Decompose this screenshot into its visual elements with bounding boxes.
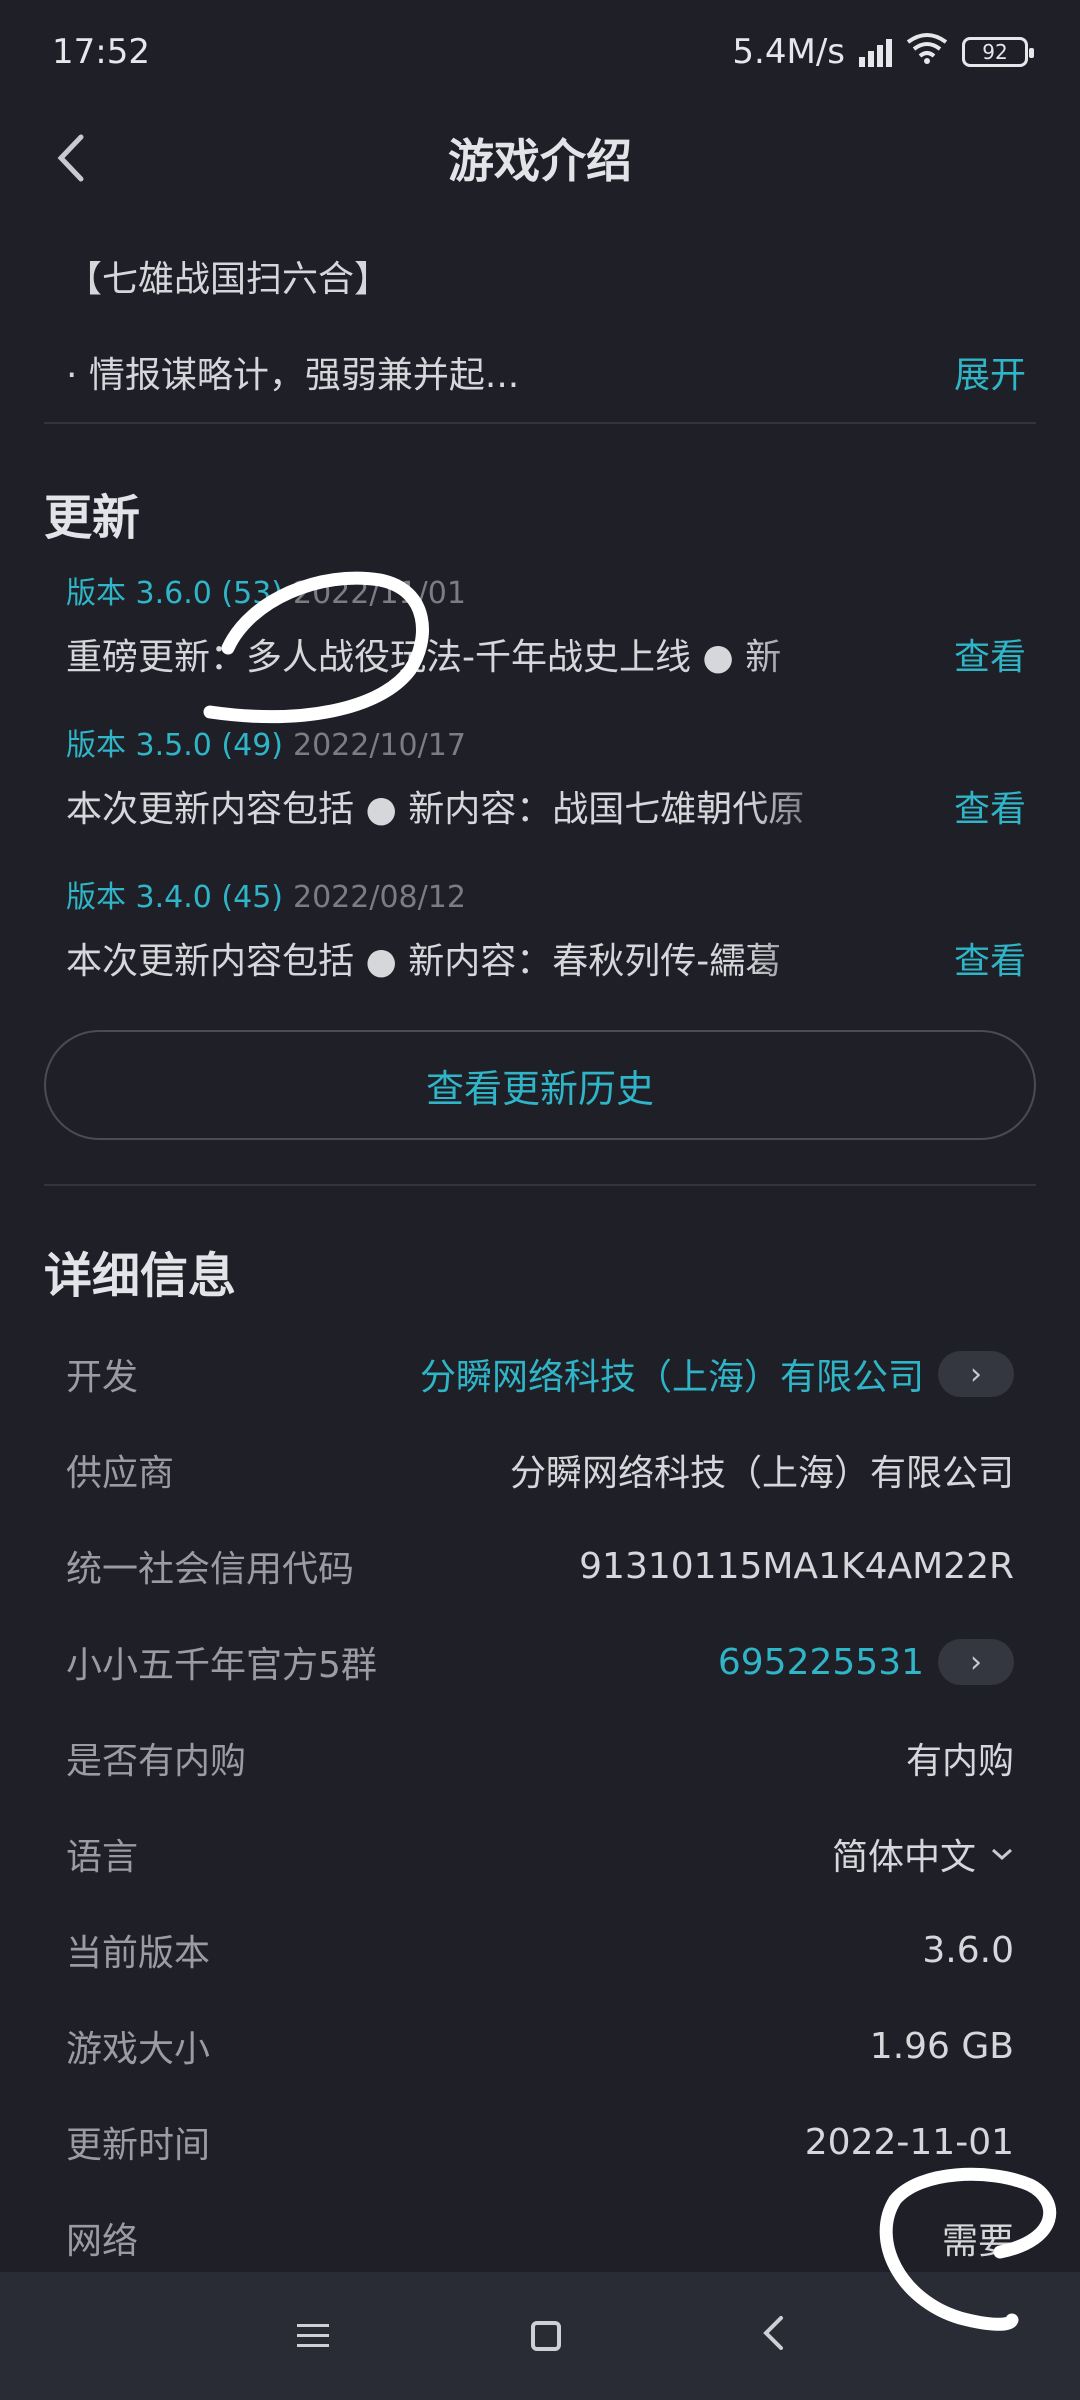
info-value: 91310115MA1K4AM22R <box>579 1545 1014 1587</box>
signal-icon <box>859 37 892 67</box>
info-row-vendor: 供应商 分瞬网络科技（上海）有限公司 <box>66 1440 1014 1500</box>
divider <box>44 1184 1036 1186</box>
info-row-developer[interactable]: 开发 分瞬网络科技（上海）有限公司 › <box>66 1344 1014 1404</box>
intro-summary: · 情报谋略计，强弱兼并起... <box>66 355 520 396</box>
details-title: 详细信息 <box>44 1248 237 1304</box>
developer-link[interactable]: 分瞬网络科技（上海）有限公司 <box>420 1348 924 1400</box>
info-row-in-app-purchase: 是否有内购 有内购 <box>66 1728 1014 1788</box>
menu-icon[interactable] <box>295 2312 331 2361</box>
chevron-right-icon[interactable]: › <box>938 1351 1014 1397</box>
wifi-icon <box>906 32 948 73</box>
status-bar: 17:52 5.4M/s 92 <box>0 0 1080 104</box>
battery-icon: 92 <box>962 37 1034 67</box>
page-title: 游戏介绍 <box>448 134 632 188</box>
info-value: 需要 <box>941 2221 1014 2262</box>
game-intro: 【七雄战国扫六合】 · 情报谋略计，强弱兼并起... 展开 <box>66 250 1026 398</box>
info-label: 网络 <box>66 2221 139 2262</box>
update-item: 版本 3.5.0 (49) 2022/10/17 本次更新内容包括 ● 新内容：战… <box>66 720 1026 832</box>
intro-summary-row: · 情报谋略计，强弱兼并起... 展开 <box>66 346 1026 398</box>
update-history-button[interactable]: 查看更新历史 <box>44 1030 1036 1140</box>
info-label: 更新时间 <box>66 2125 211 2166</box>
update-item: 版本 3.6.0 (53) 2022/11/01 重磅更新：多人战役玩法-千年战史… <box>66 568 1026 680</box>
info-value: 3.6.0 <box>922 1929 1014 1971</box>
chevron-right-icon[interactable]: › <box>938 1639 1014 1685</box>
info-value: 有内购 <box>905 1741 1014 1782</box>
view-update-button[interactable]: 查看 <box>954 628 1026 680</box>
back-nav-icon[interactable] <box>761 2312 785 2361</box>
info-row-language[interactable]: 语言 简体中文 <box>66 1824 1014 1884</box>
info-row-official-group[interactable]: 小小五千年官方5群 695225531 › <box>66 1632 1014 1692</box>
view-update-button[interactable]: 查看 <box>954 932 1026 984</box>
info-row-credit-code: 统一社会信用代码 91310115MA1K4AM22R <box>66 1536 1014 1596</box>
update-summary: 重磅更新：多人战役玩法-千年战史上线 ● 新 <box>66 637 782 678</box>
update-date: 2022/11/01 <box>293 576 466 611</box>
update-date: 2022/10/17 <box>293 728 466 763</box>
update-version: 版本 3.6.0 (53) <box>66 576 283 611</box>
status-icons: 5.4M/s 92 <box>732 32 1034 73</box>
updates-title: 更新 <box>44 490 141 546</box>
update-date: 2022/08/12 <box>293 880 466 915</box>
status-time: 17:52 <box>52 32 150 72</box>
info-label: 是否有内购 <box>66 1741 247 1782</box>
system-nav-bar <box>0 2272 1080 2400</box>
intro-heading: 【七雄战国扫六合】 <box>66 259 391 300</box>
group-number-link[interactable]: 695225531 <box>718 1642 924 1683</box>
chevron-down-icon[interactable] <box>990 1846 1014 1862</box>
info-label: 开发 <box>66 1357 139 1398</box>
home-icon[interactable] <box>531 2321 561 2351</box>
info-label: 语言 <box>66 1837 139 1878</box>
info-value: 分瞬网络科技（上海）有限公司 <box>509 1453 1014 1494</box>
update-item: 版本 3.4.0 (45) 2022/08/12 本次更新内容包括 ● 新内容：春… <box>66 872 1026 984</box>
info-row-current-version: 当前版本 3.6.0 <box>66 1920 1014 1980</box>
info-row-update-time: 更新时间 2022-11-01 <box>66 2112 1014 2172</box>
update-summary: 本次更新内容包括 ● 新内容：春秋列传-繻葛 <box>66 941 782 982</box>
info-label: 小小五千年官方5群 <box>66 1645 377 1686</box>
update-summary: 本次更新内容包括 ● 新内容：战国七雄朝代原 <box>66 789 805 830</box>
info-row-network: 网络 需要 <box>66 2208 1014 2268</box>
back-button[interactable] <box>40 128 100 188</box>
info-row-game-size: 游戏大小 1.96 GB <box>66 2016 1014 2076</box>
update-version: 版本 3.4.0 (45) <box>66 880 283 915</box>
network-speed: 5.4M/s <box>732 32 845 72</box>
update-version: 版本 3.5.0 (49) <box>66 728 283 763</box>
info-label: 游戏大小 <box>66 2029 211 2070</box>
info-label: 统一社会信用代码 <box>66 1549 355 1590</box>
info-label: 供应商 <box>66 1453 175 1494</box>
info-value: 1.96 GB <box>869 2025 1014 2067</box>
expand-button[interactable]: 展开 <box>954 346 1026 398</box>
info-value: 2022-11-01 <box>804 2121 1014 2163</box>
header: 游戏介绍 <box>0 104 1080 212</box>
language-select[interactable]: 简体中文 <box>832 1828 976 1880</box>
info-label: 当前版本 <box>66 1933 211 1974</box>
chevron-left-icon <box>57 134 84 182</box>
divider <box>44 422 1036 424</box>
view-update-button[interactable]: 查看 <box>954 780 1026 832</box>
